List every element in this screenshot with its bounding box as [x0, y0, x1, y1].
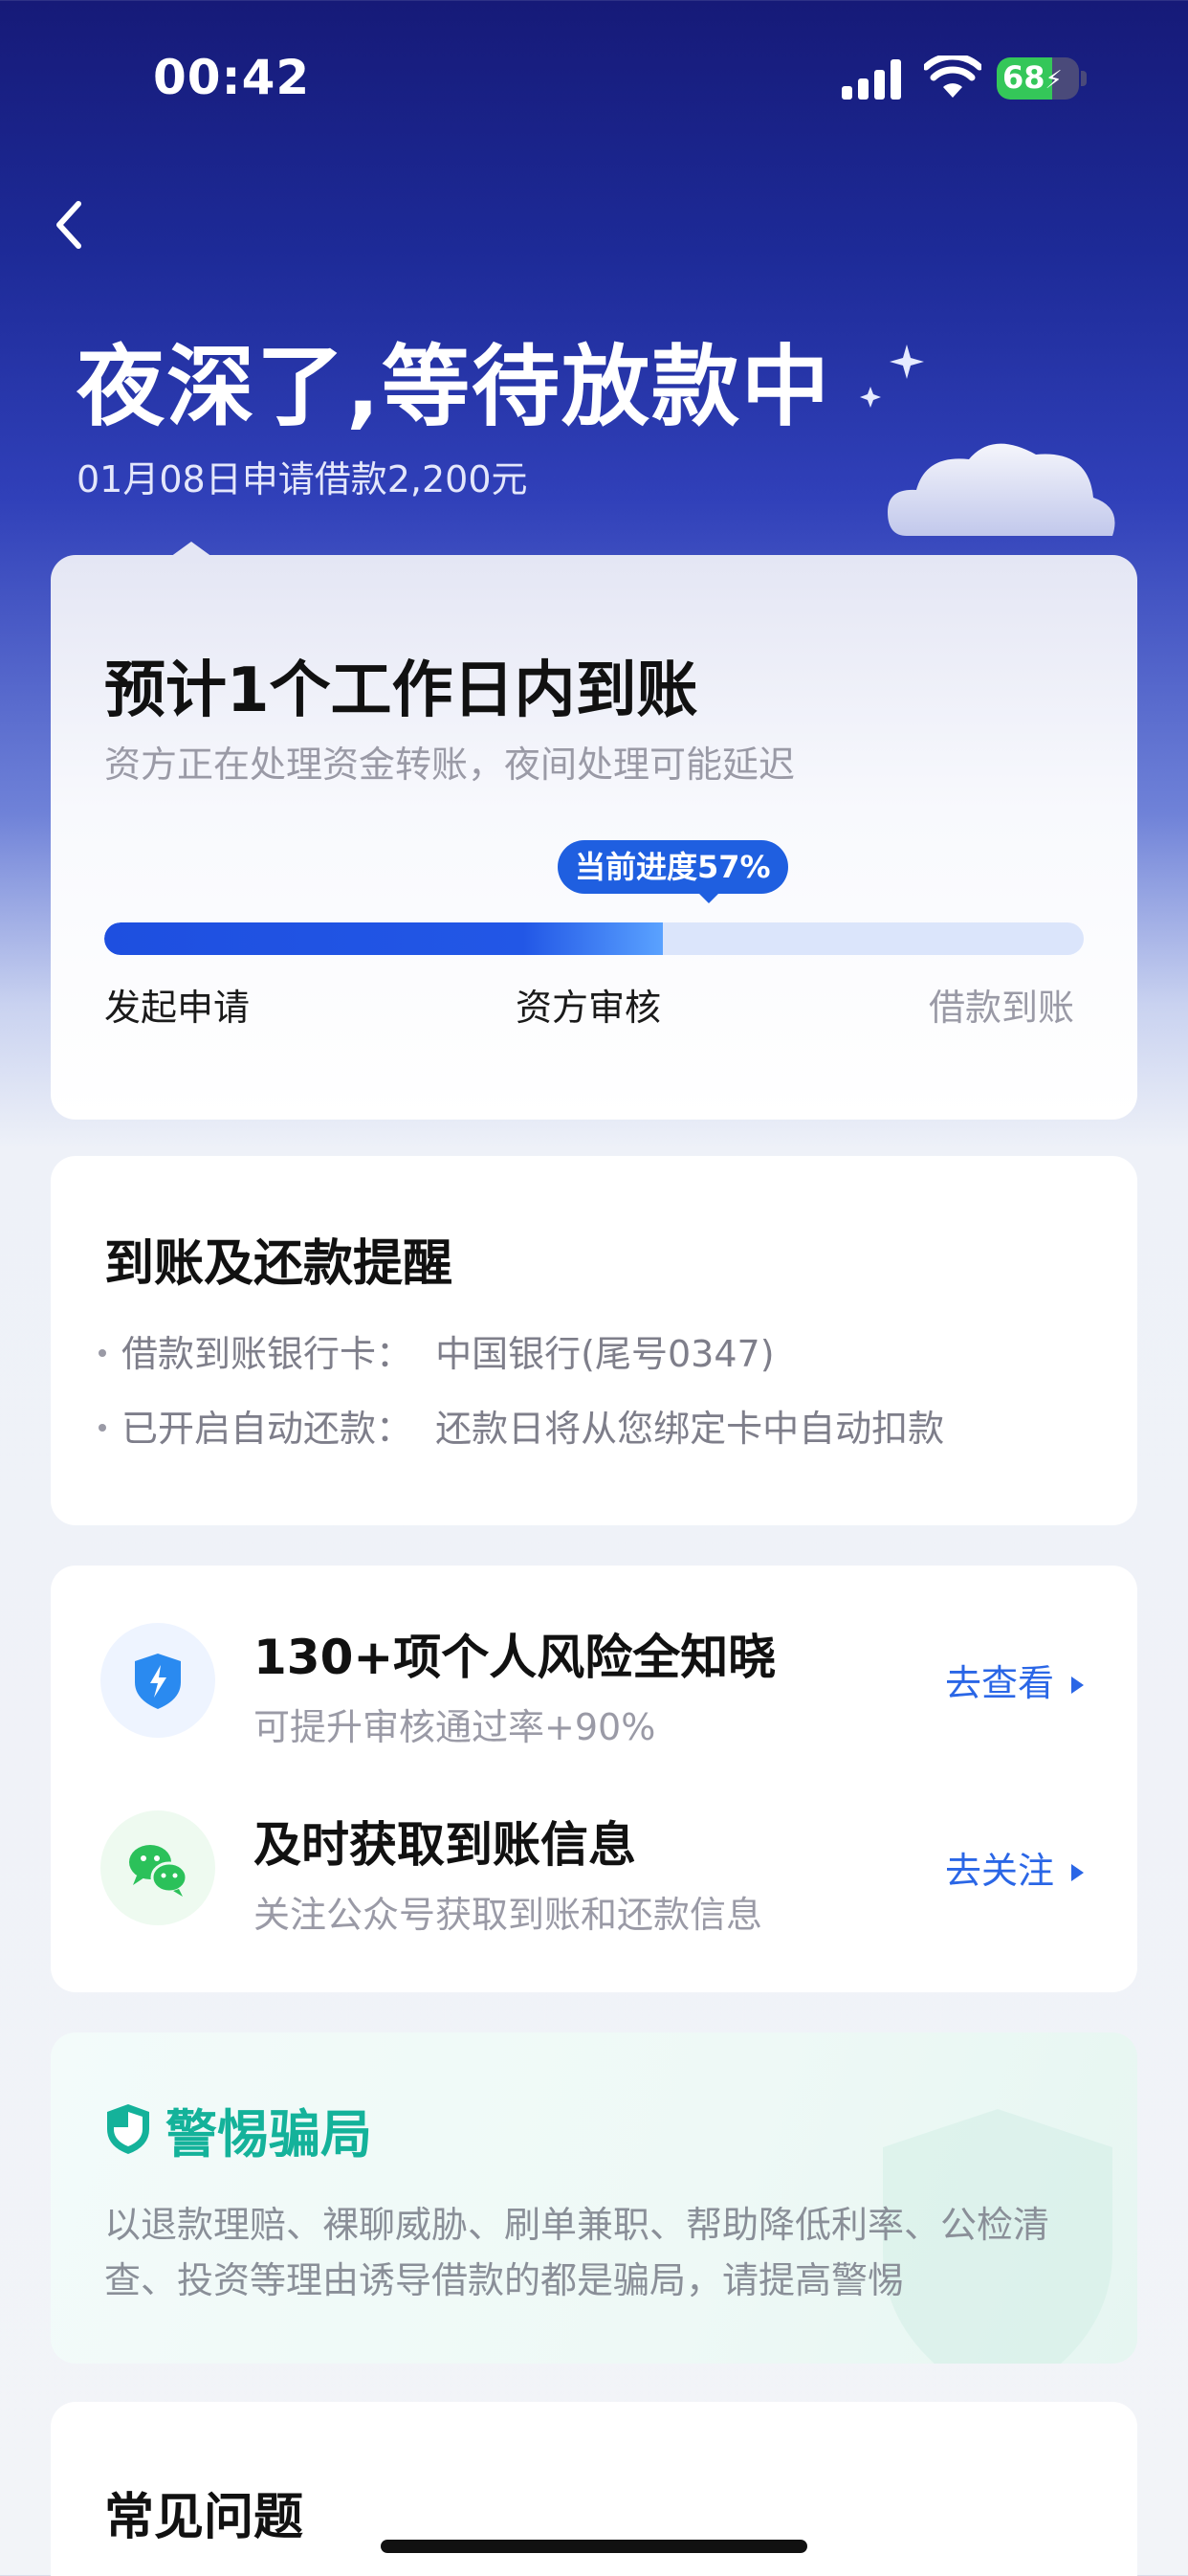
- step-apply: 发起申请: [104, 987, 251, 1029]
- service-follow-account[interactable]: 及时获取到账信息 关注公众号获取到账和还款信息 去关注: [51, 1793, 1137, 1946]
- reminder-title: 到账及还款提醒: [104, 1235, 453, 1293]
- moon-cloud-illustration: [821, 335, 1115, 536]
- page-title: 夜深了,等待放款中: [77, 336, 831, 438]
- battery-cap: [1081, 71, 1087, 86]
- faq-title: 常见问题: [104, 2489, 304, 2546]
- shield-lightning-icon: [100, 1623, 215, 1738]
- battery-icon: 68⚡: [997, 57, 1079, 100]
- service-title: 130+项个人风险全知晓: [253, 1630, 777, 1685]
- service-subtitle: 可提升审核通过率+90%: [253, 1706, 656, 1748]
- status-bar: 00:42 68⚡: [0, 0, 1188, 163]
- cellular-signal-icon: [842, 59, 903, 100]
- fraud-title-row: 警惕骗局: [104, 2096, 372, 2165]
- shield-check-icon: [107, 2104, 149, 2154]
- progress-fill: [104, 922, 663, 955]
- reminder-item-auto-repay: 已开启自动还款： 还款日将从您绑定卡中自动扣款: [99, 1399, 944, 1452]
- home-indicator: [381, 2540, 807, 2553]
- triangle-right-icon: [1071, 1864, 1084, 1881]
- fraud-warning-card: 警惕骗局 以退款理赔、裸聊威胁、刷单兼职、帮助降低利率、公检清查、投资等理由诱导…: [51, 2032, 1137, 2364]
- service-risk-check[interactable]: 130+项个人风险全知晓 可提升审核通过率+90% 去查看: [51, 1606, 1137, 1759]
- back-button[interactable]: [50, 191, 107, 258]
- fraud-text: 以退款理赔、裸聊威胁、刷单兼职、帮助降低利率、公检清查、投资等理由诱导借款的都是…: [104, 2204, 1050, 2301]
- reminder-card: 到账及还款提醒 借款到账银行卡： 中国银行(尾号0347) 已开启自动还款： 还…: [51, 1156, 1137, 1525]
- progress-card: 预计1个工作日内到账 资方正在处理资金转账，夜间处理可能延迟 当前进度57% 发…: [51, 555, 1137, 1120]
- wechat-icon: [100, 1810, 215, 1925]
- eta-description: 资方正在处理资金转账，夜间处理可能延迟: [104, 744, 796, 786]
- progress-badge-pointer: [697, 892, 720, 903]
- battery-level: 68⚡: [1002, 59, 1063, 96]
- step-disbursed: 借款到账: [929, 987, 1075, 1029]
- progress-track: [104, 922, 1084, 955]
- service-subtitle: 关注公众号获取到账和还款信息: [253, 1894, 763, 1936]
- status-time: 00:42: [153, 50, 311, 105]
- step-review: 资方审核: [516, 987, 662, 1029]
- wifi-icon: [924, 56, 981, 98]
- view-link[interactable]: 去查看: [945, 1654, 1084, 1706]
- page-subtitle: 01月08日申请借款2,200元: [77, 458, 528, 500]
- service-title: 及时获取到账信息: [253, 1817, 636, 1873]
- progress-badge: 当前进度57%: [558, 840, 788, 894]
- bullet-dot: [99, 1348, 106, 1357]
- reminder-item-bank-card: 借款到账银行卡： 中国银行(尾号0347): [99, 1324, 775, 1377]
- bullet-dot: [99, 1423, 106, 1432]
- eta-title: 预计1个工作日内到账: [104, 655, 698, 726]
- fraud-title: 警惕骗局: [165, 2103, 372, 2165]
- services-card: 130+项个人风险全知晓 可提升审核通过率+90% 去查看 及时获取到账信息 关…: [51, 1566, 1137, 1992]
- triangle-right-icon: [1071, 1677, 1084, 1694]
- chevron-left-icon: [56, 201, 81, 249]
- follow-link[interactable]: 去关注: [945, 1841, 1084, 1894]
